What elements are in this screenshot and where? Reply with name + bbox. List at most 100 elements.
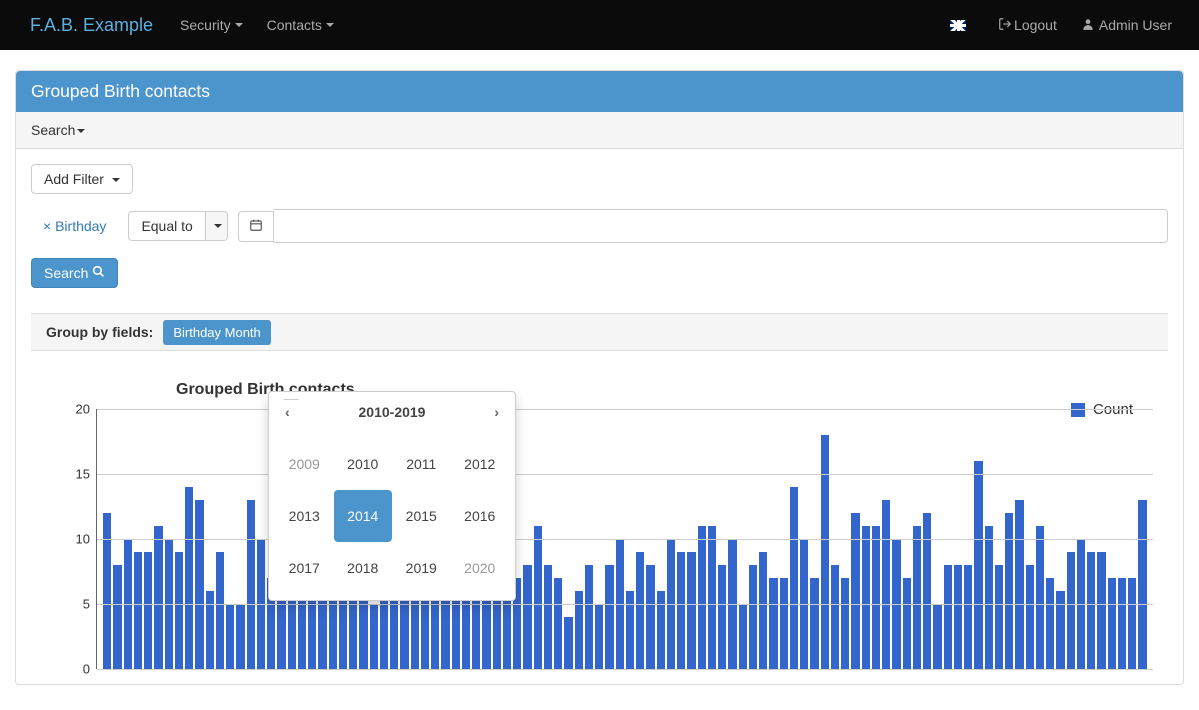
search-icon <box>92 265 105 281</box>
bar <box>718 565 726 669</box>
add-filter-label: Add Filter <box>44 171 104 187</box>
bar <box>974 461 982 669</box>
bar <box>944 565 952 669</box>
bar <box>1067 552 1075 669</box>
uk-flag-icon[interactable] <box>950 20 966 31</box>
search-toggle-label: Search <box>31 122 75 138</box>
bar <box>370 604 378 669</box>
bar <box>626 591 634 669</box>
chevron-down-icon <box>326 23 334 27</box>
plot-area <box>96 409 1153 669</box>
y-tick: 0 <box>83 662 90 677</box>
bar <box>1128 578 1136 669</box>
bar <box>175 552 183 669</box>
bar <box>1046 578 1054 669</box>
bar <box>790 487 798 669</box>
bar <box>831 565 839 669</box>
year-picker-popup: ‹ 2010-2019 › 20092010201120122013201420… <box>268 391 516 601</box>
chevron-down-icon <box>235 23 243 27</box>
bar <box>677 552 685 669</box>
bar <box>247 500 255 669</box>
calendar-button[interactable] <box>238 211 274 242</box>
bar <box>554 578 562 669</box>
year-cell-2012[interactable]: 2012 <box>451 438 510 490</box>
close-icon: × <box>43 218 51 234</box>
picker-prev[interactable]: ‹ <box>285 404 290 420</box>
bar <box>933 604 941 669</box>
bar <box>206 591 214 669</box>
bar <box>1108 578 1116 669</box>
bar <box>534 526 542 669</box>
chevron-down-icon <box>77 129 85 133</box>
chevron-down-icon <box>112 178 120 182</box>
bar <box>841 578 849 669</box>
picker-title[interactable]: 2010-2019 <box>359 404 426 420</box>
bar <box>185 487 193 669</box>
year-cell-2011[interactable]: 2011 <box>392 438 451 490</box>
bar <box>1097 552 1105 669</box>
bar <box>1026 565 1034 669</box>
y-tick: 20 <box>76 402 90 417</box>
bar <box>985 526 993 669</box>
bar <box>595 604 603 669</box>
remove-filter-link[interactable]: × Birthday <box>31 212 118 240</box>
chart: Grouped Birth contacts Count 05101520 <box>31 351 1168 669</box>
bar <box>1005 513 1013 669</box>
brand-link[interactable]: F.A.B. Example <box>15 15 168 36</box>
operator-select[interactable]: Equal to <box>128 211 227 241</box>
nav-contacts-label: Contacts <box>267 17 322 33</box>
user-menu[interactable]: Admin User <box>1069 17 1184 34</box>
nav-security-label: Security <box>180 17 231 33</box>
bar <box>585 565 593 669</box>
group-by-tag[interactable]: Birthday Month <box>163 320 270 345</box>
bar <box>216 552 224 669</box>
y-tick: 5 <box>83 597 90 612</box>
search-toggle[interactable]: Search <box>16 112 1183 149</box>
add-filter-button[interactable]: Add Filter <box>31 164 133 194</box>
year-cell-2017[interactable]: 2017 <box>275 542 334 594</box>
bar <box>646 565 654 669</box>
logout-label: Logout <box>1014 17 1057 33</box>
year-cell-2019[interactable]: 2019 <box>392 542 451 594</box>
year-cell-2009[interactable]: 2009 <box>275 438 334 490</box>
bar <box>564 617 572 669</box>
bar <box>226 604 234 669</box>
search-button[interactable]: Search <box>31 258 118 288</box>
bar <box>821 435 829 669</box>
bar <box>605 565 613 669</box>
year-cell-2013[interactable]: 2013 <box>275 490 334 542</box>
main-panel: Grouped Birth contacts Search Add Filter… <box>15 70 1184 685</box>
bar <box>1138 500 1146 669</box>
bar <box>769 578 777 669</box>
logout-link[interactable]: Logout <box>986 17 1069 34</box>
bar <box>882 500 890 669</box>
year-cell-2010[interactable]: 2010 <box>334 438 393 490</box>
bar <box>872 526 880 669</box>
bar <box>575 591 583 669</box>
bar <box>913 526 921 669</box>
bar <box>103 513 111 669</box>
year-cell-2020[interactable]: 2020 <box>451 542 510 594</box>
picker-next[interactable]: › <box>494 404 499 420</box>
chevron-down-icon <box>214 224 222 228</box>
year-cell-2014[interactable]: 2014 <box>334 490 393 542</box>
year-cell-2015[interactable]: 2015 <box>392 490 451 542</box>
search-button-label: Search <box>44 265 88 281</box>
bar <box>154 526 162 669</box>
bar <box>144 552 152 669</box>
bar <box>113 565 121 669</box>
logout-icon <box>998 17 1012 34</box>
bar <box>1118 578 1126 669</box>
y-tick: 10 <box>76 532 90 547</box>
filter-value-input[interactable] <box>274 209 1168 243</box>
bar <box>657 591 665 669</box>
operator-dropdown-toggle[interactable] <box>206 211 228 241</box>
bar <box>523 565 531 669</box>
year-cell-2018[interactable]: 2018 <box>334 542 393 594</box>
operator-value: Equal to <box>128 211 205 241</box>
nav-contacts[interactable]: Contacts <box>255 17 346 33</box>
bar <box>687 552 695 669</box>
year-cell-2016[interactable]: 2016 <box>451 490 510 542</box>
filter-row: × Birthday Equal to <box>31 209 1168 243</box>
nav-security[interactable]: Security <box>168 17 255 33</box>
